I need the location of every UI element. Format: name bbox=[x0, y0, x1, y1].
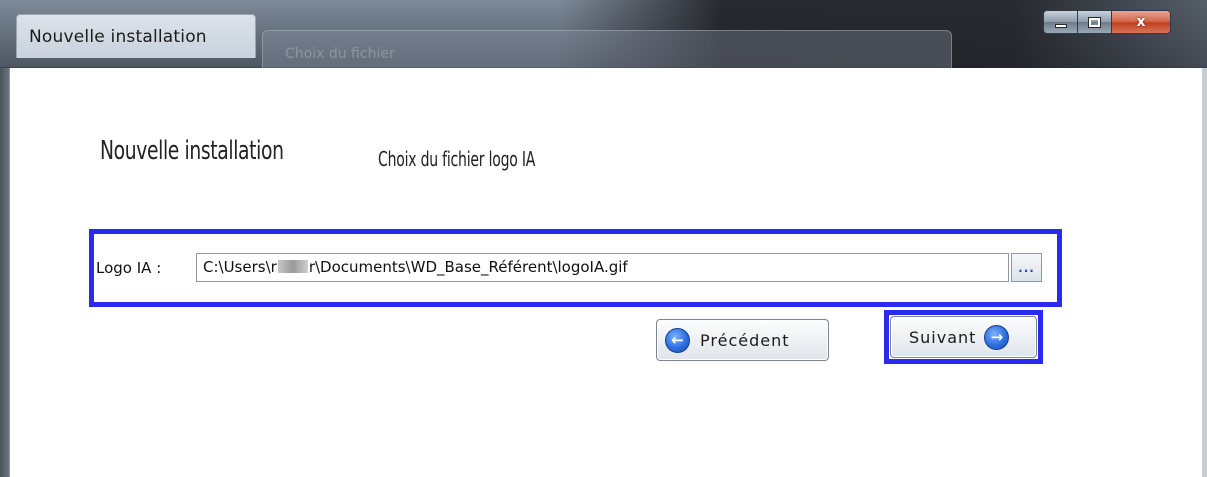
maximize-icon bbox=[1088, 16, 1101, 28]
window-frame-right bbox=[1202, 68, 1207, 477]
close-icon: x bbox=[1136, 14, 1146, 30]
window-frame-left bbox=[0, 68, 9, 477]
previous-button-label: Précédent bbox=[700, 330, 790, 350]
next-button-label: Suivant bbox=[909, 327, 977, 347]
arrow-left-icon: ← bbox=[665, 327, 690, 353]
arrow-right-icon: → bbox=[984, 324, 1010, 350]
wizard-step-title: Choix du fichier logo IA bbox=[378, 147, 536, 171]
previous-button[interactable]: ← Précédent bbox=[656, 319, 829, 361]
window-title-tab: Nouvelle installation bbox=[16, 14, 256, 58]
next-button[interactable]: Suivant → bbox=[890, 316, 1037, 358]
maximize-button[interactable] bbox=[1078, 10, 1111, 34]
redacted-username bbox=[277, 260, 308, 273]
caption-buttons: x bbox=[1043, 10, 1171, 36]
browse-ellipsis-icon: ... bbox=[1018, 261, 1035, 275]
wizard-heading: Nouvelle installation bbox=[100, 136, 284, 166]
minimize-button[interactable] bbox=[1043, 10, 1078, 34]
background-window-title: Choix du fichier bbox=[285, 46, 395, 62]
browse-button[interactable]: ... bbox=[1011, 253, 1042, 282]
minimize-icon bbox=[1054, 24, 1067, 28]
logo-path-prefix: C:\Users\r bbox=[203, 258, 277, 276]
window-title: Nouvelle installation bbox=[29, 26, 207, 47]
logo-path-suffix: r\Documents\WD_Base_Référent\logoIA.gif bbox=[308, 258, 628, 276]
logo-field-label: Logo IA : bbox=[96, 259, 162, 277]
title-bar[interactable]: Choix du fichier Nouvelle installation x bbox=[0, 0, 1207, 68]
logo-path-input[interactable]: C:\Users\r r\Documents\WD_Base_Référent\l… bbox=[196, 253, 1009, 282]
close-button[interactable]: x bbox=[1111, 10, 1171, 34]
